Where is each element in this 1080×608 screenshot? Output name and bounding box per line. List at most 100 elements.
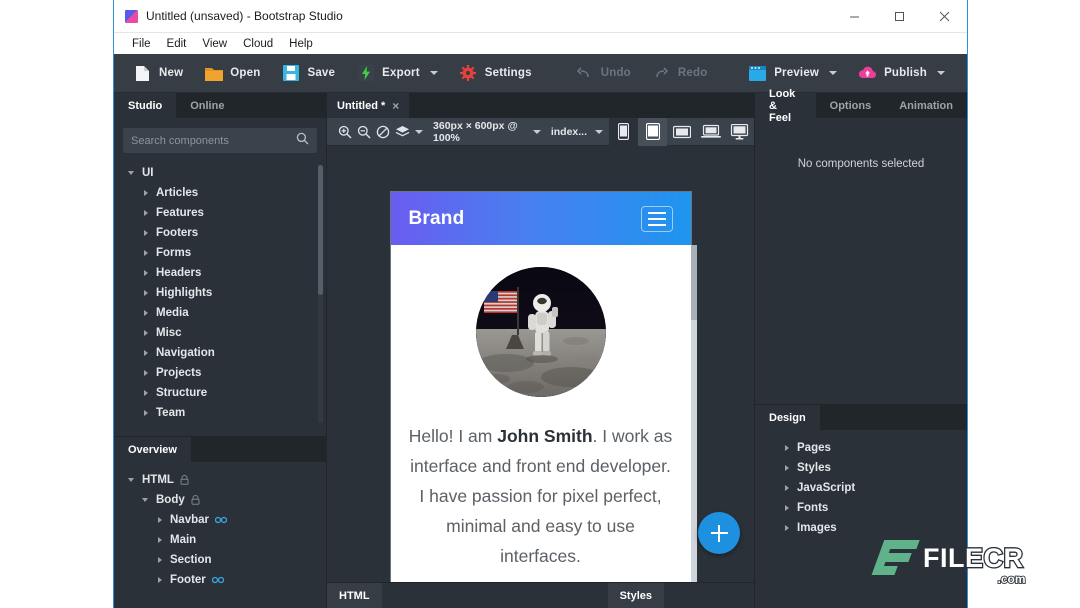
preview-navbar[interactable]: Brand <box>391 192 691 245</box>
device-preview-frame[interactable]: Brand <box>391 192 691 582</box>
new-button[interactable]: New <box>124 61 192 86</box>
preview-button[interactable]: Preview <box>739 61 846 86</box>
preview-brand[interactable]: Brand <box>409 208 465 230</box>
design-item-images[interactable]: Images <box>755 518 967 538</box>
chevron-down-icon[interactable] <box>128 476 137 485</box>
chevron-down-icon[interactable] <box>142 496 151 505</box>
tab-design[interactable]: Design <box>755 405 820 430</box>
chevron-right-icon[interactable] <box>783 484 792 493</box>
preview-scrollbar-thumb[interactable] <box>691 245 697 320</box>
device-small-screen-button[interactable] <box>667 118 696 146</box>
search-input[interactable] <box>131 135 296 147</box>
save-button[interactable]: Save <box>272 61 344 86</box>
menu-file[interactable]: File <box>124 36 159 52</box>
design-item-javascript[interactable]: JavaScript <box>755 478 967 498</box>
chevron-right-icon[interactable] <box>156 516 165 525</box>
tree-item-footers[interactable]: Footers <box>114 223 326 243</box>
chevron-right-icon[interactable] <box>142 209 151 218</box>
tree-item-highlights[interactable]: Highlights <box>114 283 326 303</box>
tree-item-forms[interactable]: Forms <box>114 243 326 263</box>
tree-item-navigation[interactable]: Navigation <box>114 343 326 363</box>
menu-view[interactable]: View <box>194 36 235 52</box>
tab-look-and-feel[interactable]: Look & Feel <box>755 93 816 118</box>
device-desktop-button[interactable] <box>725 118 754 146</box>
export-button[interactable]: Export <box>347 61 447 86</box>
maximize-icon[interactable] <box>877 0 922 33</box>
tab-online[interactable]: Online <box>176 93 238 118</box>
chevron-right-icon[interactable] <box>156 536 165 545</box>
design-item-fonts[interactable]: Fonts <box>755 498 967 518</box>
components-tree[interactable]: UI Articles Features Footers <box>114 161 326 436</box>
close-icon[interactable]: × <box>392 99 399 113</box>
design-canvas[interactable]: Brand <box>327 146 754 582</box>
design-tree[interactable]: Pages Styles JavaScript Fonts <box>755 430 967 608</box>
chevron-right-icon[interactable] <box>783 464 792 473</box>
page-selector-label[interactable]: index... <box>546 126 592 138</box>
design-item-styles[interactable]: Styles <box>755 458 967 478</box>
chevron-right-icon[interactable] <box>142 329 151 338</box>
chevron-right-icon[interactable] <box>142 249 151 258</box>
overview-item-body[interactable]: Body <box>114 490 326 510</box>
chevron-right-icon[interactable] <box>142 369 151 378</box>
overview-item-main[interactable]: Main <box>114 530 326 550</box>
chevron-down-icon[interactable] <box>595 130 603 134</box>
device-tablet-button[interactable] <box>638 118 667 146</box>
publish-button[interactable]: Publish <box>849 61 954 86</box>
tree-item-features[interactable]: Features <box>114 203 326 223</box>
chevron-right-icon[interactable] <box>142 189 151 198</box>
open-button[interactable]: Open <box>195 61 269 86</box>
tab-styles[interactable]: Styles <box>608 583 664 608</box>
overview-tree[interactable]: HTML Body <box>114 462 326 608</box>
tab-studio[interactable]: Studio <box>114 93 176 118</box>
tree-item-ui[interactable]: UI <box>114 163 326 183</box>
tree-item-media[interactable]: Media <box>114 303 326 323</box>
chevron-right-icon[interactable] <box>142 389 151 398</box>
chevron-right-icon[interactable] <box>142 349 151 358</box>
undo-button[interactable]: Undo <box>566 61 640 86</box>
chevron-right-icon[interactable] <box>783 504 792 513</box>
menu-edit[interactable]: Edit <box>159 36 195 52</box>
chevron-right-icon[interactable] <box>156 556 165 565</box>
layers-icon[interactable] <box>393 121 412 143</box>
chevron-right-icon[interactable] <box>142 309 151 318</box>
canvas-size-label[interactable]: 360px × 600px @ 100% <box>428 120 530 144</box>
zoom-out-icon[interactable] <box>354 121 373 143</box>
components-scrollbar-thumb[interactable] <box>318 165 323 295</box>
tree-item-articles[interactable]: Articles <box>114 183 326 203</box>
chevron-down-icon[interactable] <box>415 130 423 134</box>
chevron-right-icon[interactable] <box>142 269 151 278</box>
overview-item-html[interactable]: HTML <box>114 470 326 490</box>
chevron-down-icon[interactable] <box>128 169 137 178</box>
device-phone-button[interactable] <box>609 118 638 146</box>
no-entry-icon[interactable] <box>374 121 393 143</box>
chevron-down-icon[interactable] <box>829 71 837 75</box>
design-item-pages[interactable]: Pages <box>755 438 967 458</box>
chevron-down-icon[interactable] <box>533 130 541 134</box>
tab-overview[interactable]: Overview <box>114 437 191 462</box>
minimize-icon[interactable] <box>832 0 877 33</box>
menu-help[interactable]: Help <box>281 36 321 52</box>
device-laptop-button[interactable] <box>696 118 725 146</box>
zoom-in-icon[interactable] <box>335 121 354 143</box>
close-icon[interactable] <box>922 0 967 33</box>
search-box[interactable] <box>123 128 317 153</box>
overview-item-navbar[interactable]: Navbar <box>114 510 326 530</box>
overview-item-footer[interactable]: Footer <box>114 570 326 590</box>
tab-animation[interactable]: Animation <box>885 93 967 118</box>
tree-item-projects[interactable]: Projects <box>114 363 326 383</box>
chevron-right-icon[interactable] <box>142 289 151 298</box>
search-icon[interactable] <box>296 132 309 150</box>
menu-cloud[interactable]: Cloud <box>235 36 281 52</box>
chevron-down-icon[interactable] <box>430 71 438 75</box>
chevron-right-icon[interactable] <box>142 229 151 238</box>
tree-item-headers[interactable]: Headers <box>114 263 326 283</box>
chevron-right-icon[interactable] <box>783 524 792 533</box>
redo-button[interactable]: Redo <box>643 61 717 86</box>
overview-item-section[interactable]: Section <box>114 550 326 570</box>
tree-item-misc[interactable]: Misc <box>114 323 326 343</box>
document-tab-untitled[interactable]: Untitled * × <box>327 93 409 118</box>
tree-item-structure[interactable]: Structure <box>114 383 326 403</box>
chevron-down-icon[interactable] <box>937 71 945 75</box>
add-component-fab[interactable] <box>698 512 740 554</box>
chevron-right-icon[interactable] <box>142 409 151 418</box>
